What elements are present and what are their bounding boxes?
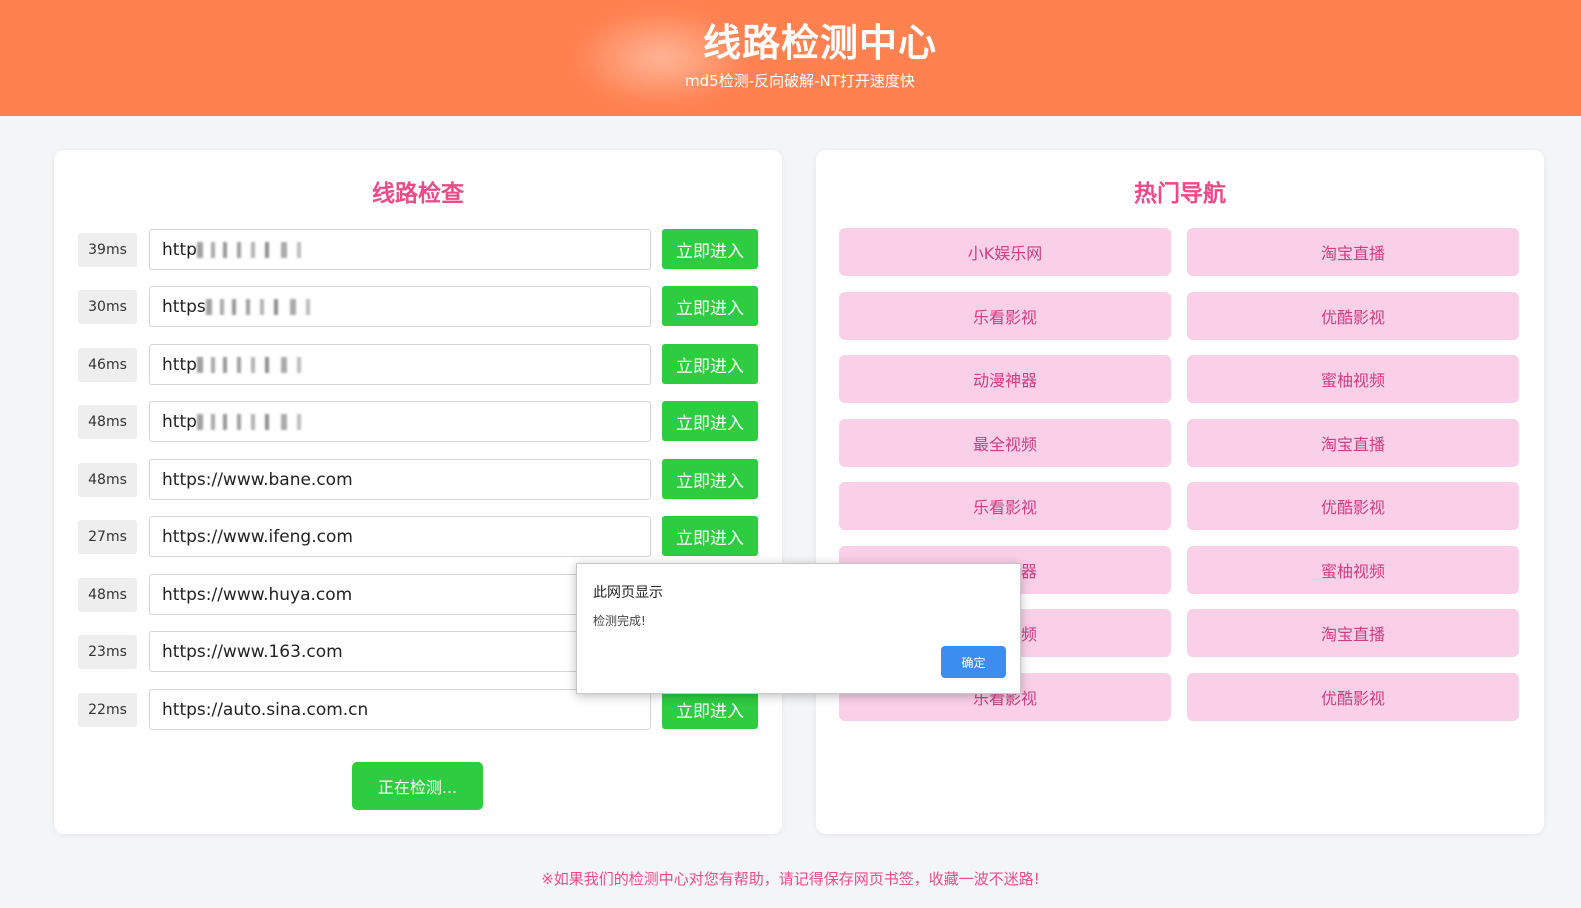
dialog-message: 检测完成! [593,614,646,628]
line-row: 46ms http 立即进入 [78,344,758,385]
redacted-url-mask [205,298,356,315]
hot-nav-title: 热门导航 [1134,181,1226,207]
nav-link[interactable]: 淘宝直播 [1187,228,1519,276]
site-header: 线路检测中心 md5检测-反向破解-NT打开速度快 [0,0,1581,116]
latency-badge: 30ms [78,290,137,324]
latency-badge: 46ms [78,348,137,382]
nav-link[interactable]: 蜜柚视频 [1187,546,1519,594]
url-field[interactable]: http [149,344,651,385]
enter-button[interactable]: 立即进入 [662,459,758,499]
url-field[interactable]: http [149,401,651,442]
hot-nav-panel: 热门导航 小K娱乐网 淘宝直播 乐看影视 优酷影视 动漫神器 蜜柚视频 最全视频… [816,150,1544,834]
line-check-panel: 线路检查 39ms http 立即进入 30ms https 立即进入 46ms… [54,150,782,834]
nav-link[interactable]: 淘宝直播 [1187,419,1519,467]
latency-badge: 23ms [78,635,137,669]
line-row: 27ms https://www.ifeng.com 立即进入 [78,516,758,557]
redacted-url-mask [196,241,347,258]
nav-link[interactable]: 乐看影视 [839,482,1171,530]
site-subtitle: md5检测-反向破解-NT打开速度快 [685,72,915,90]
enter-button[interactable]: 立即进入 [662,286,758,326]
enter-button[interactable]: 立即进入 [662,401,758,441]
enter-button[interactable]: 立即进入 [662,516,758,556]
latency-badge: 39ms [78,233,137,267]
nav-link[interactable]: 淘宝直播 [1187,609,1519,657]
latency-badge: 22ms [78,693,137,727]
nav-link[interactable]: 优酷影视 [1187,673,1519,721]
url-text: https [162,296,206,317]
redacted-url-mask [196,356,347,373]
latency-badge: 27ms [78,520,137,554]
latency-badge: 48ms [78,578,137,612]
enter-button[interactable]: 立即进入 [662,689,758,729]
nav-link[interactable]: 优酷影视 [1187,292,1519,340]
line-row: 30ms https 立即进入 [78,286,758,327]
enter-button[interactable]: 立即进入 [662,344,758,384]
alert-dialog: 此网页显示 检测完成! 确定 [576,563,1021,694]
url-text: http [162,354,197,375]
line-row: 48ms https://www.bane.com 立即进入 [78,459,758,500]
dialog-ok-button[interactable]: 确定 [941,646,1006,678]
dialog-title: 此网页显示 [593,585,663,601]
footer-note: ※如果我们的检测中心对您有帮助，请记得保存网页书签，收藏一波不迷路! [541,870,1040,888]
latency-badge: 48ms [78,405,137,439]
latency-badge: 48ms [78,463,137,497]
nav-link[interactable]: 蜜柚视频 [1187,355,1519,403]
url-text: http [162,411,197,432]
nav-link[interactable]: 优酷影视 [1187,482,1519,530]
line-check-title: 线路检查 [372,181,464,207]
url-field[interactable]: https://www.bane.com [149,459,651,500]
line-row: 48ms http 立即进入 [78,401,758,442]
nav-link[interactable]: 最全视频 [839,419,1171,467]
redacted-url-mask [196,413,347,430]
enter-button[interactable]: 立即进入 [662,229,758,269]
nav-link[interactable]: 乐看影视 [839,292,1171,340]
site-title: 线路检测中心 [702,21,937,65]
nav-link[interactable]: 小K娱乐网 [839,228,1171,276]
url-field[interactable]: https [149,286,651,327]
detecting-button[interactable]: 正在检测... [352,762,483,810]
line-row: 22ms https://auto.sina.com.cn 立即进入 [78,689,758,730]
url-field[interactable]: http [149,229,651,270]
nav-link[interactable]: 动漫神器 [839,355,1171,403]
line-row: 39ms http 立即进入 [78,229,758,270]
url-field[interactable]: https://www.ifeng.com [149,516,651,557]
url-field[interactable]: https://auto.sina.com.cn [149,689,651,730]
url-text: http [162,239,197,260]
